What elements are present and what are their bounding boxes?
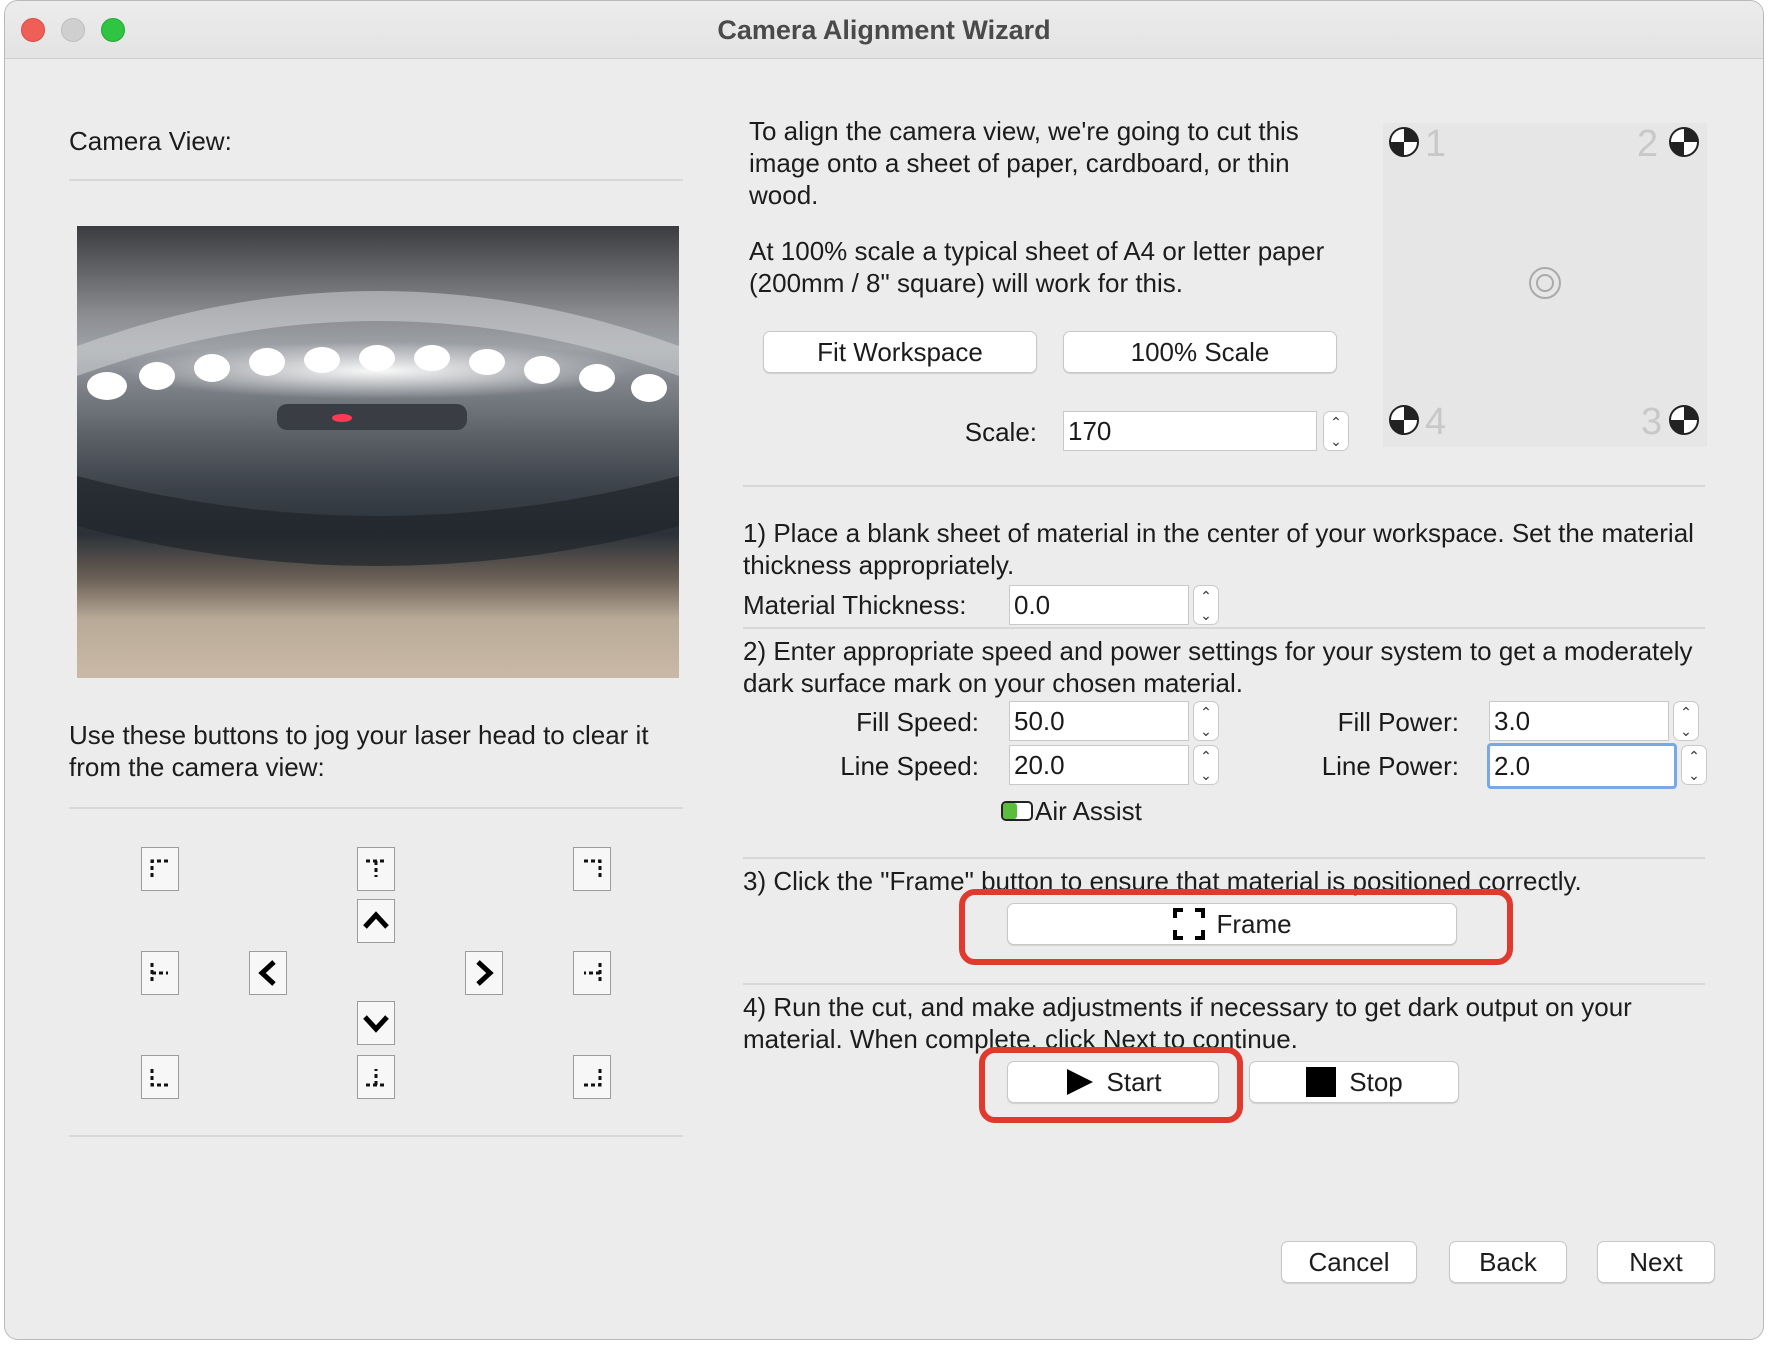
registration-mark-icon: [1669, 405, 1699, 435]
center-target-icon: [1529, 267, 1561, 299]
air-assist-checkbox[interactable]: Air Assist: [1001, 795, 1142, 827]
next-button[interactable]: Next: [1597, 1241, 1715, 1283]
fill-speed-label: Fill Speed:: [856, 707, 979, 737]
jog-left-edge-button[interactable]: [141, 951, 179, 995]
line-speed-label: Line Speed:: [840, 751, 979, 781]
jog-top-center-button[interactable]: [357, 847, 395, 891]
line-speed-input[interactable]: 20.0: [1009, 745, 1189, 785]
chevron-right-icon: [476, 960, 494, 986]
scale-note-text: At 100% scale a typical sheet of A4 or l…: [749, 236, 1325, 298]
scale-input[interactable]: 170: [1063, 411, 1317, 451]
line-power-input[interactable]: 2.0: [1487, 743, 1677, 789]
camera-alignment-window: Camera Alignment Wizard Camera View: Use…: [4, 0, 1764, 1340]
fill-power-input[interactable]: 3.0: [1489, 701, 1669, 741]
stop-icon: [1306, 1067, 1337, 1097]
corner-bottom-right-icon: [584, 1069, 602, 1087]
divider: [69, 179, 683, 181]
divider: [69, 1135, 683, 1137]
corner-number-3: 3: [1641, 401, 1663, 443]
edge-left-icon: [150, 963, 168, 983]
corner-top-left-icon: [150, 859, 168, 877]
step1-text: 1) Place a blank sheet of material in th…: [743, 518, 1694, 580]
fill-speed-input[interactable]: 50.0: [1009, 701, 1189, 741]
registration-mark-icon: [1389, 405, 1419, 435]
air-assist-label: Air Assist: [1035, 796, 1142, 826]
toggle-icon: [1001, 801, 1033, 821]
title-bar: Camera Alignment Wizard: [5, 1, 1763, 59]
step2-text: 2) Enter appropriate speed and power set…: [743, 636, 1693, 698]
scale-stepper[interactable]: ⌃ ⌄: [1323, 411, 1349, 451]
corner-number-4: 4: [1425, 401, 1447, 443]
window-title: Camera Alignment Wizard: [717, 15, 1051, 45]
material-thickness-stepper[interactable]: ⌃ ⌄: [1193, 585, 1219, 625]
line-speed-stepper[interactable]: ⌃ ⌄: [1193, 745, 1219, 785]
corner-bottom-left-icon: [150, 1069, 168, 1087]
fill-power-label: Fill Power:: [1337, 707, 1459, 737]
corner-top-right-icon: [584, 859, 602, 877]
frame-highlight: [959, 889, 1513, 965]
corner-number-1: 1: [1425, 123, 1447, 165]
edge-top-icon: [366, 859, 386, 877]
fill-power-stepper[interactable]: ⌃ ⌄: [1673, 701, 1699, 741]
step4-text: 4) Run the cut, and make adjustments if …: [743, 992, 1632, 1054]
line-power-stepper[interactable]: ⌃ ⌄: [1681, 745, 1707, 785]
jog-bottom-center-button[interactable]: [357, 1055, 395, 1099]
divider: [743, 983, 1705, 985]
jog-down-button[interactable]: [357, 1001, 395, 1045]
back-button[interactable]: Back: [1449, 1241, 1567, 1283]
cancel-button[interactable]: Cancel: [1281, 1241, 1417, 1283]
registration-mark-icon: [1669, 127, 1699, 157]
jog-right-button[interactable]: [465, 951, 503, 995]
chevron-up-icon: [363, 911, 389, 929]
chevron-down-icon: [363, 1015, 389, 1033]
jog-top-right-button[interactable]: [573, 847, 611, 891]
fit-workspace-button[interactable]: Fit Workspace: [763, 331, 1037, 373]
edge-right-icon: [584, 963, 602, 983]
material-thickness-label: Material Thickness:: [743, 590, 967, 620]
jog-instructions: Use these buttons to jog your laser head…: [69, 720, 649, 782]
jog-bottom-right-button[interactable]: [573, 1055, 611, 1099]
fill-speed-stepper[interactable]: ⌃ ⌄: [1193, 701, 1219, 741]
jog-up-button[interactable]: [357, 899, 395, 943]
registration-mark-icon: [1389, 127, 1419, 157]
line-power-label: Line Power:: [1321, 751, 1459, 781]
divider: [743, 857, 1705, 859]
start-highlight: [979, 1047, 1243, 1123]
divider: [743, 627, 1705, 629]
camera-view-image: [77, 226, 679, 678]
jog-right-edge-button[interactable]: [573, 951, 611, 995]
edge-bottom-icon: [366, 1069, 386, 1087]
scale-100-button[interactable]: 100% Scale: [1063, 331, 1337, 373]
divider: [743, 485, 1705, 487]
material-thickness-input[interactable]: 0.0: [1009, 585, 1189, 625]
jog-top-left-button[interactable]: [141, 847, 179, 891]
jog-left-button[interactable]: [249, 951, 287, 995]
intro-text: To align the camera view, we're going to…: [749, 116, 1299, 210]
divider: [69, 807, 683, 809]
stop-button[interactable]: Stop: [1249, 1061, 1459, 1103]
alignment-preview: 1 2 3 4: [1383, 123, 1707, 447]
corner-number-2: 2: [1637, 123, 1659, 165]
chevron-left-icon: [258, 960, 276, 986]
camera-view-label: Camera View:: [69, 126, 232, 156]
scale-label: Scale:: [964, 417, 1037, 447]
jog-bottom-left-button[interactable]: [141, 1055, 179, 1099]
stop-button-label: Stop: [1349, 1066, 1403, 1097]
